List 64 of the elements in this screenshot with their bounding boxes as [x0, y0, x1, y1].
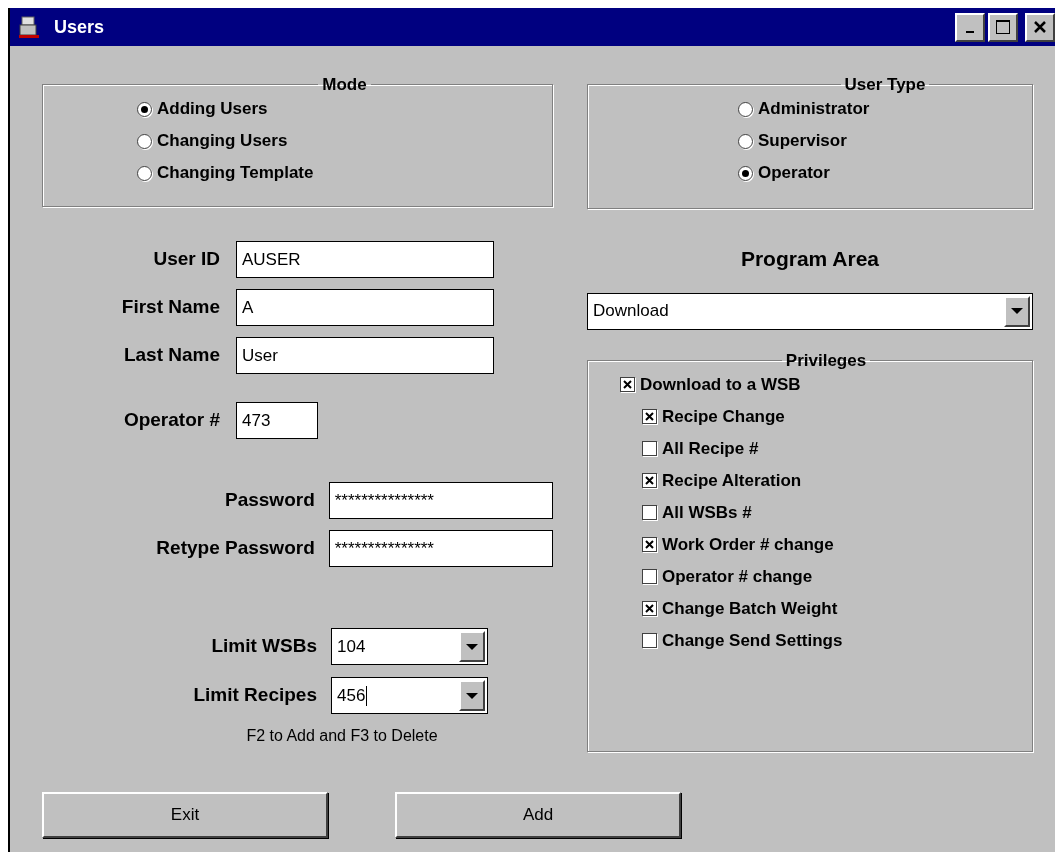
- minimize-button[interactable]: [955, 12, 985, 42]
- checkbox[interactable]: [642, 537, 657, 552]
- radio-label[interactable]: Operator: [758, 160, 830, 186]
- dropdown-button[interactable]: [459, 631, 485, 662]
- checkbox-label[interactable]: Work Order # change: [662, 531, 834, 558]
- radio-label[interactable]: Supervisor: [758, 128, 847, 154]
- field-label: Password: [224, 488, 315, 513]
- radio-label[interactable]: Administrator: [758, 96, 870, 122]
- minimize-icon: [966, 31, 974, 33]
- radio-button[interactable]: [137, 165, 152, 181]
- dropdown-button[interactable]: [459, 680, 485, 711]
- checkbox-label[interactable]: Change Batch Weight: [662, 595, 838, 622]
- field-label: First Name: [120, 295, 220, 320]
- checkbox[interactable]: [620, 377, 635, 392]
- field-label: Operator #: [122, 408, 220, 433]
- input-field[interactable]: User: [236, 337, 494, 374]
- group-label: User Type: [843, 76, 927, 93]
- checkbox[interactable]: [642, 473, 657, 488]
- field-label: Limit WSBs: [210, 634, 317, 659]
- checkbox-label[interactable]: Operator # change: [662, 563, 813, 590]
- maximize-button[interactable]: [988, 12, 1018, 42]
- group-label: Mode: [321, 76, 368, 93]
- checkbox-label[interactable]: All WSBs #: [662, 499, 752, 526]
- radio-button[interactable]: [738, 133, 753, 149]
- checkbox[interactable]: [642, 441, 657, 456]
- checkbox-label[interactable]: All Recipe #: [662, 435, 759, 462]
- close-icon: [1033, 20, 1047, 34]
- hint-text: F2 to Add and F3 to Delete: [245, 726, 439, 746]
- radio-button[interactable]: [137, 133, 152, 149]
- password-field[interactable]: ***************: [328, 482, 553, 519]
- radio-button[interactable]: [738, 101, 753, 117]
- field-label: Retype Password: [155, 536, 315, 561]
- checkbox-label[interactable]: Download to a WSB: [640, 371, 801, 398]
- dropdown-button[interactable]: [1004, 295, 1030, 327]
- radio-label[interactable]: Adding Users: [157, 96, 268, 122]
- window-title: Users: [54, 15, 105, 39]
- group-label: Privileges: [784, 351, 868, 369]
- field-label: User ID: [152, 247, 220, 272]
- checkbox[interactable]: [642, 505, 657, 520]
- checkbox[interactable]: [642, 633, 657, 648]
- radio-label[interactable]: Changing Template: [157, 160, 314, 186]
- section-title: Program Area: [739, 246, 881, 272]
- input-field[interactable]: A: [236, 289, 494, 326]
- dialog-button[interactable]: Exit: [42, 791, 328, 838]
- field-label: Last Name: [122, 343, 220, 368]
- combo-box[interactable]: 104: [331, 628, 488, 665]
- combo-box[interactable]: 456: [331, 677, 488, 714]
- password-field[interactable]: ***************: [328, 530, 553, 567]
- input-field[interactable]: AUSER: [236, 241, 494, 278]
- program-area-combo[interactable]: Download: [587, 292, 1033, 330]
- checkbox[interactable]: [642, 569, 657, 584]
- radio-label[interactable]: Changing Users: [157, 128, 288, 154]
- radio-button[interactable]: [738, 165, 753, 181]
- input-field[interactable]: 473: [236, 402, 318, 439]
- maximize-icon: [995, 19, 1011, 35]
- dialog-button[interactable]: Add: [395, 791, 681, 838]
- checkbox-label[interactable]: Change Send Settings: [662, 627, 843, 654]
- close-button[interactable]: [1025, 12, 1055, 42]
- checkbox[interactable]: [642, 409, 657, 424]
- checkbox[interactable]: [642, 601, 657, 616]
- checkbox-label[interactable]: Recipe Change: [662, 403, 785, 430]
- radio-button[interactable]: [137, 101, 152, 117]
- checkbox-label[interactable]: Recipe Alteration: [662, 467, 802, 494]
- field-label: Limit Recipes: [192, 683, 317, 708]
